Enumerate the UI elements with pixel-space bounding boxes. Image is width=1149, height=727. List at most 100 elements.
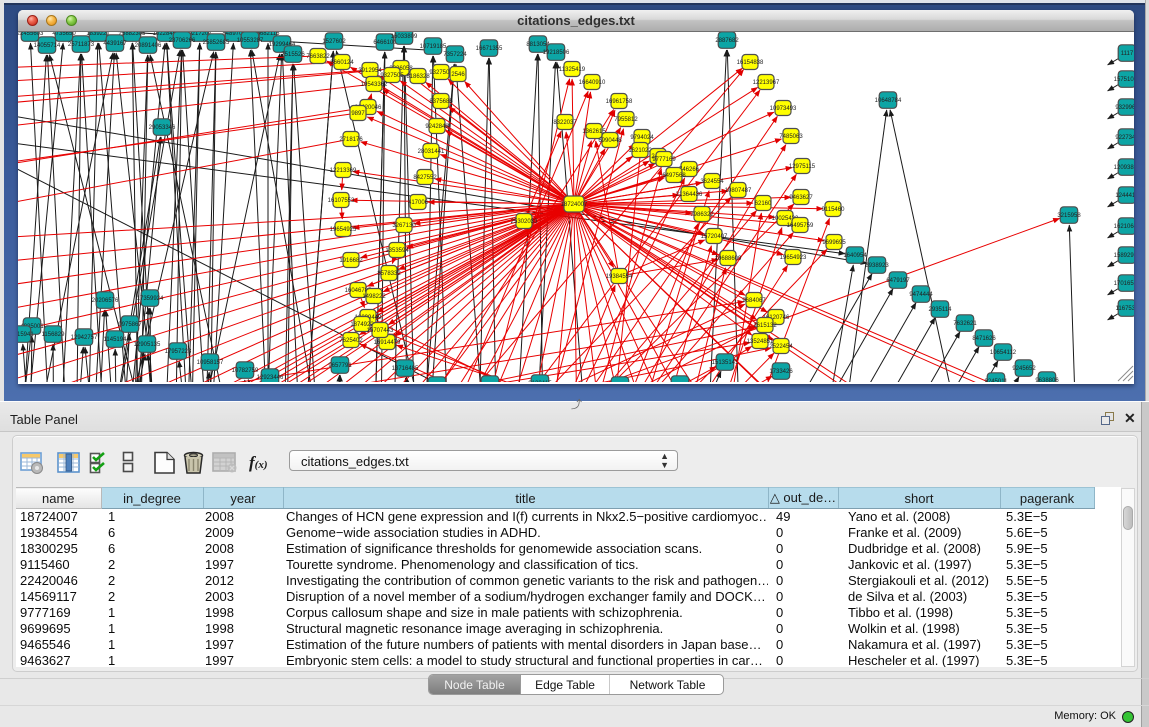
svg-text:3915941: 3915941 xyxy=(18,332,34,338)
svg-text:9474444: 9474444 xyxy=(909,292,933,298)
svg-text:19384554: 19384554 xyxy=(606,274,633,280)
svg-text:16671355: 16671355 xyxy=(476,46,503,52)
svg-text:16107553: 16107553 xyxy=(328,198,355,204)
svg-text:19654923: 19654923 xyxy=(780,255,807,261)
svg-text:3912954: 3912954 xyxy=(358,68,382,74)
svg-text:17957223: 17957223 xyxy=(165,349,192,355)
svg-text:22455603: 22455603 xyxy=(18,32,44,37)
svg-text:9794024: 9794024 xyxy=(630,135,654,141)
svg-text:12975115: 12975115 xyxy=(789,164,816,170)
svg-text:1117: 1117 xyxy=(1121,51,1134,57)
svg-text:3624554: 3624554 xyxy=(700,179,724,185)
svg-text:11325419: 11325419 xyxy=(559,67,586,73)
svg-text:7986322: 7986322 xyxy=(690,212,714,218)
svg-text:10973493: 10973493 xyxy=(770,106,797,112)
svg-text:10654112: 10654112 xyxy=(990,350,1017,356)
svg-text:8660124: 8660124 xyxy=(330,60,354,66)
svg-text:1916682: 1916682 xyxy=(339,258,363,264)
svg-text:1621022: 1621022 xyxy=(628,148,652,154)
svg-text:10958157: 10958157 xyxy=(197,360,224,366)
svg-text:16154838: 16154838 xyxy=(737,60,764,66)
svg-text:1733426: 1733426 xyxy=(769,369,793,375)
svg-text:14055714: 14055714 xyxy=(34,43,61,49)
svg-text:3215958: 3215958 xyxy=(1057,213,1081,219)
svg-text:29053346: 29053346 xyxy=(149,125,176,131)
svg-text:10543362: 10543362 xyxy=(361,82,388,88)
svg-text:9329965: 9329965 xyxy=(1115,105,1134,111)
svg-text:1615132: 1615132 xyxy=(753,323,777,329)
svg-text:2546: 2546 xyxy=(451,72,465,78)
svg-text:7515526: 7515526 xyxy=(281,52,305,58)
svg-text:10648784: 10648784 xyxy=(875,98,902,104)
svg-text:9245652: 9245652 xyxy=(1012,366,1036,372)
svg-text:23706266: 23706266 xyxy=(169,38,196,44)
svg-text:1353594: 1353594 xyxy=(385,248,409,254)
svg-text:16914479: 16914479 xyxy=(374,340,401,346)
svg-text:12923446: 12923446 xyxy=(257,375,284,381)
svg-text:12093822: 12093822 xyxy=(1114,165,1134,171)
svg-text:6466100: 6466100 xyxy=(373,40,397,46)
svg-text:9227342: 9227342 xyxy=(1115,135,1134,141)
svg-text:12213369: 12213369 xyxy=(330,168,357,174)
svg-text:8186328: 8186328 xyxy=(406,74,430,80)
svg-text:9120415: 9120415 xyxy=(528,381,552,382)
svg-text:417006: 417006 xyxy=(408,200,429,206)
svg-text:16640910: 16640910 xyxy=(579,80,606,86)
svg-text:10782759: 10782759 xyxy=(232,368,259,374)
svg-text:12213967: 12213967 xyxy=(753,80,780,86)
svg-text:2887682: 2887682 xyxy=(715,38,739,44)
svg-text:8375685: 8375685 xyxy=(429,99,453,105)
svg-text:21364436: 21364436 xyxy=(676,192,703,198)
svg-text:9242848: 9242848 xyxy=(425,124,449,130)
svg-text:10719185: 10719185 xyxy=(420,44,447,50)
svg-text:10807487: 10807487 xyxy=(725,188,752,194)
svg-text:19654925: 19654925 xyxy=(330,227,357,233)
svg-text:17016514: 17016514 xyxy=(1114,281,1134,287)
svg-text:9897: 9897 xyxy=(351,111,365,117)
svg-text:12942757: 12942757 xyxy=(71,335,98,341)
svg-text:2935114: 2935114 xyxy=(929,307,953,313)
svg-text:10688609: 10688609 xyxy=(715,256,742,262)
svg-text:6479197: 6479197 xyxy=(886,278,910,284)
svg-text:9684067: 9684067 xyxy=(742,298,766,304)
svg-text:9327505: 9327505 xyxy=(380,73,404,79)
svg-text:12905135: 12905135 xyxy=(134,342,161,348)
svg-text:28031441: 28031441 xyxy=(418,149,445,155)
svg-text:15720407: 15720407 xyxy=(701,234,728,240)
svg-text:25302033: 25302033 xyxy=(511,219,538,225)
svg-text:9657791: 9657791 xyxy=(328,363,352,369)
svg-text:1498222: 1498222 xyxy=(362,294,386,300)
svg-text:15892971: 15892971 xyxy=(1114,253,1134,259)
svg-text:2522454: 2522454 xyxy=(769,344,793,350)
svg-text:7625402: 7625402 xyxy=(339,338,363,344)
svg-text:7485063: 7485063 xyxy=(779,134,803,140)
svg-text:7632621: 7632621 xyxy=(953,321,977,327)
svg-text:17359924: 17359924 xyxy=(137,296,164,302)
svg-text:25852685: 25852685 xyxy=(203,40,230,46)
svg-text:16495759: 16495759 xyxy=(787,223,814,229)
svg-text:7663822: 7663822 xyxy=(306,54,330,60)
svg-text:1244415: 1244415 xyxy=(1115,193,1134,199)
svg-text:8938923: 8938923 xyxy=(865,263,889,269)
svg-text:15135141: 15135141 xyxy=(712,360,739,366)
svg-text:1156829: 1156829 xyxy=(42,332,66,338)
svg-text:4439167: 4439167 xyxy=(103,41,127,47)
svg-text:18724007: 18724007 xyxy=(561,202,588,208)
svg-text:25711873: 25711873 xyxy=(68,42,95,48)
svg-text:6497568: 6497568 xyxy=(662,173,686,179)
svg-text:7955812: 7955812 xyxy=(614,117,638,123)
svg-text:13716485: 13716485 xyxy=(392,366,419,372)
svg-text:16033809: 16033809 xyxy=(391,34,418,40)
svg-text:2718176: 2718176 xyxy=(339,137,363,143)
svg-text:62160: 62160 xyxy=(755,201,772,207)
svg-text:19218506: 19218506 xyxy=(543,50,570,56)
svg-text:15751074: 15751074 xyxy=(1114,77,1134,83)
svg-text:9975867: 9975867 xyxy=(118,322,142,328)
svg-text:20206576: 20206576 xyxy=(92,298,119,304)
svg-text:9245011: 9245011 xyxy=(985,379,1009,382)
svg-text:8322037: 8322037 xyxy=(553,120,577,126)
svg-text:3267130: 3267130 xyxy=(392,223,416,229)
svg-text:10553287: 10553287 xyxy=(237,38,264,44)
svg-text:1145194: 1145194 xyxy=(104,337,128,343)
svg-text:20891406: 20891406 xyxy=(135,43,162,49)
